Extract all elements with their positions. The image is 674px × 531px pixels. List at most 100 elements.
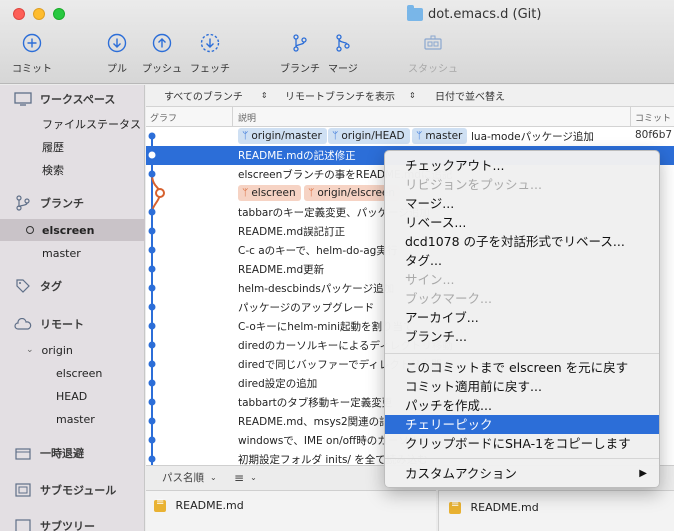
- push-button[interactable]: プッシュ: [142, 32, 182, 75]
- stash-box-icon: [14, 445, 32, 461]
- branch-button[interactable]: ブランチ: [280, 32, 320, 75]
- commit-description: README.md更新: [238, 264, 325, 276]
- pull-button[interactable]: プル: [106, 32, 128, 75]
- sidebar-item-label: origin: [41, 343, 73, 357]
- updown-chevron-icon: ⇕: [260, 91, 268, 100]
- sidebar-item-branch-master[interactable]: master: [0, 242, 145, 264]
- file-list-panel: README.md: [146, 490, 436, 531]
- sidebar-item-remote-head[interactable]: HEAD: [0, 385, 145, 407]
- sidebar-remotes[interactable]: リモート: [0, 313, 145, 335]
- sidebar-item-history[interactable]: 履歴: [0, 136, 145, 158]
- sidebar-stashes[interactable]: 一時退避: [0, 442, 145, 464]
- sidebar-item-search[interactable]: 検索: [0, 159, 145, 181]
- merge-icon: [332, 32, 354, 54]
- push-label: プッシュ: [142, 64, 182, 75]
- stash-label: スタッシュ: [408, 64, 458, 75]
- show-remote-label: リモートブランチを表示: [285, 92, 395, 103]
- sidebar-submodules[interactable]: サブモジュール: [0, 479, 145, 501]
- branch-icon: ᛘ: [242, 187, 249, 199]
- minimize-window-button[interactable]: [33, 8, 45, 20]
- menu-item-create-patch[interactable]: パッチを作成...: [385, 396, 659, 415]
- commit-description: tabbartのタブ移動キー定義変更: [238, 397, 393, 409]
- cloud-icon: [14, 316, 32, 332]
- sidebar-branches[interactable]: ブランチ: [0, 192, 145, 214]
- column-graph[interactable]: グラフ: [150, 111, 177, 124]
- sidebar-item-label: ファイルステータス: [42, 118, 141, 131]
- column-commit[interactable]: コミット: [635, 111, 671, 124]
- menu-item-archive[interactable]: アーカイブ...: [385, 308, 659, 327]
- modified-file-icon: [154, 497, 166, 512]
- commit-description: README.mdの記述修正: [238, 150, 356, 162]
- menu-item-sign[interactable]: サイン...: [385, 270, 659, 289]
- show-remote-select[interactable]: リモートブランチを表示 ⇕: [285, 88, 416, 103]
- sourcetree-window: dot.emacs.d (Git) コミット プル プッシュ フェッチ ブランチ…: [0, 0, 674, 531]
- commit-button[interactable]: コミット: [12, 32, 52, 75]
- updown-chevron-icon: ⇕: [409, 91, 416, 100]
- file-item[interactable]: README.md: [154, 497, 244, 512]
- sidebar-item-remote-master[interactable]: master: [0, 408, 145, 430]
- sidebar-item-label: 履歴: [42, 141, 64, 154]
- menu-item-cherry-pick[interactable]: チェリーピック: [385, 415, 659, 434]
- branch-icon: ᛘ: [308, 187, 315, 199]
- sidebar-branches-label: ブランチ: [40, 197, 84, 210]
- sidebar-stashes-label: 一時退避: [40, 447, 84, 460]
- sidebar-item-label: master: [42, 246, 81, 260]
- menu-item-label: カスタムアクション: [405, 466, 517, 481]
- tag-label: elscreen: [251, 187, 296, 199]
- close-window-button[interactable]: [13, 8, 25, 20]
- menu-item-rebase[interactable]: リベース...: [385, 213, 659, 232]
- all-branches-label: すべてのブランチ: [164, 92, 243, 103]
- diff-panel: README.md: [438, 490, 674, 531]
- chevron-down-icon: ⌄: [210, 473, 217, 482]
- zoom-window-button[interactable]: [53, 8, 65, 20]
- menu-item-reset-branch[interactable]: このコミットまで elscreen を元に戻す: [385, 358, 659, 377]
- menu-item-custom-actions[interactable]: カスタムアクション ▶: [385, 464, 659, 483]
- sidebar-subtrees-label: サブツリー: [40, 520, 95, 531]
- fetch-arrow-icon: [199, 32, 221, 54]
- table-row[interactable]: ᛘ origin/master ᛘ origin/HEAD ᛘ master l…: [146, 127, 674, 146]
- fetch-label: フェッチ: [190, 64, 230, 75]
- commit-graph: [148, 132, 165, 463]
- sidebar-item-branch-elscreen[interactable]: elscreen: [0, 219, 145, 241]
- chevron-down-icon[interactable]: ⌄: [26, 345, 34, 355]
- merge-button[interactable]: マージ: [328, 32, 358, 75]
- all-branches-select[interactable]: すべてのブランチ ⇕: [164, 88, 268, 103]
- sidebar-subtrees[interactable]: サブツリー: [0, 515, 145, 531]
- menu-item-branch[interactable]: ブランチ...: [385, 327, 659, 346]
- sort-by-path-label: パス名順: [162, 472, 204, 484]
- commit-description: helm-descbindsパッケージ追加: [238, 283, 395, 295]
- filter-bar: すべてのブランチ ⇕ リモートブランチを表示 ⇕ 日付で並べ替え: [146, 85, 674, 107]
- sidebar-item-origin[interactable]: ⌄ origin: [0, 339, 145, 361]
- menu-item-reverse-commit[interactable]: コミット適用前に戻す...: [385, 377, 659, 396]
- sidebar-item-remote-elscreen[interactable]: elscreen: [0, 362, 145, 384]
- sidebar-workspace[interactable]: ワークスペース: [0, 88, 145, 110]
- list-view-select[interactable]: ≡ ⌄: [234, 471, 257, 485]
- stash-button[interactable]: スタッシュ: [408, 32, 458, 75]
- diff-file-header: README.md: [449, 499, 539, 514]
- list-icon: ≡: [234, 470, 245, 485]
- menu-item-merge[interactable]: マージ...: [385, 194, 659, 213]
- sort-by-path-select[interactable]: パス名順 ⌄: [162, 470, 217, 485]
- fetch-button[interactable]: フェッチ: [190, 32, 230, 75]
- menu-item-checkout[interactable]: チェックアウト...: [385, 156, 659, 175]
- sidebar-tags[interactable]: タグ: [0, 275, 145, 297]
- commit-description: README.md誤記訂正: [238, 226, 346, 238]
- menu-item-bookmark[interactable]: ブックマーク...: [385, 289, 659, 308]
- menu-item-push-revision[interactable]: リビジョンをプッシュ...: [385, 175, 659, 194]
- tag-label: master: [425, 130, 463, 142]
- window-title: dot.emacs.d (Git): [407, 4, 541, 23]
- tag-label: origin/HEAD: [341, 130, 405, 142]
- menu-item-tag[interactable]: タグ...: [385, 251, 659, 270]
- pull-arrow-icon: [106, 32, 128, 54]
- submodule-icon: [14, 482, 32, 498]
- sidebar-item-label: elscreen: [56, 366, 103, 380]
- sidebar-item-file-status[interactable]: ファイルステータス: [0, 113, 145, 135]
- sort-label: 日付で並べ替え: [435, 92, 505, 103]
- branch-icon: ᛘ: [332, 130, 339, 142]
- commit-description: パッケージのアップグレード: [238, 302, 375, 314]
- branch-icon: ᛘ: [242, 130, 249, 142]
- menu-item-copy-sha[interactable]: クリップボードにSHA-1をコピーします: [385, 434, 659, 453]
- sort-select[interactable]: 日付で並べ替え: [435, 88, 505, 103]
- menu-item-interactive-rebase[interactable]: dcd1078 の子を対話形式でリベース...: [385, 232, 659, 251]
- column-description[interactable]: 説明: [238, 111, 256, 124]
